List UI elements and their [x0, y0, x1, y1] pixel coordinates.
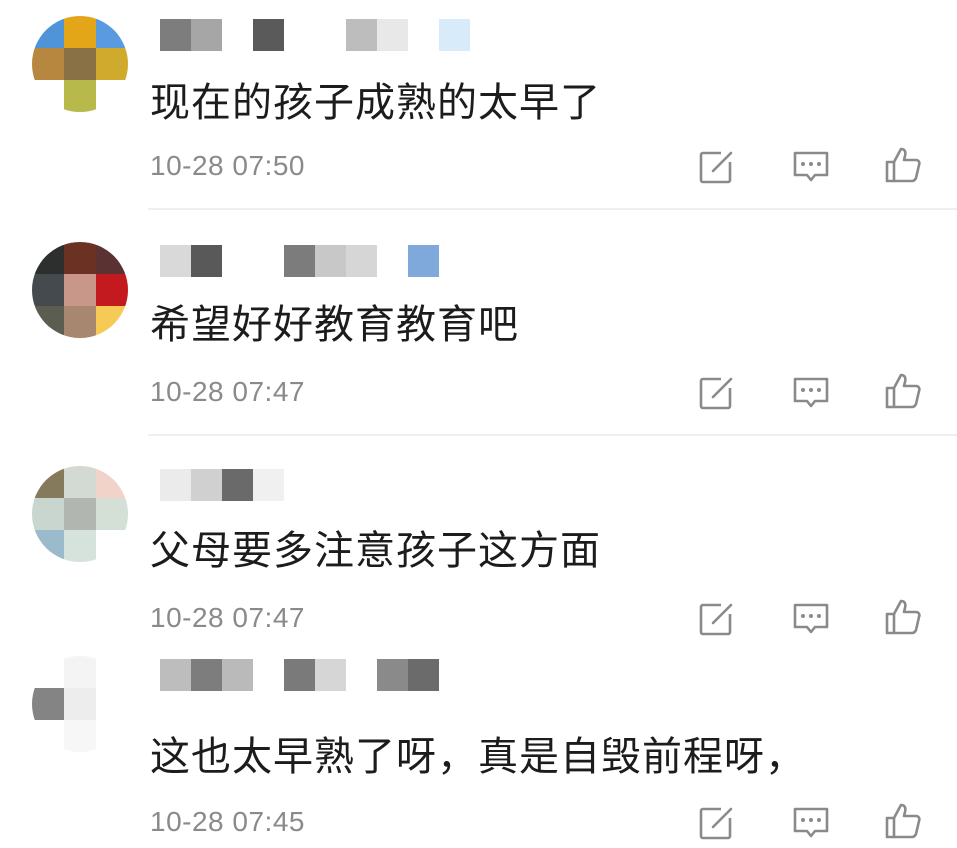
avatar-mosaic-cell	[32, 720, 64, 752]
username-mosaic-cell	[315, 659, 346, 691]
comment-time: 10-28 07:45	[150, 806, 305, 837]
username-mosaic-cell	[160, 469, 191, 501]
avatar-mosaic-cell	[96, 16, 128, 48]
username-mosaic-cell	[160, 19, 191, 51]
avatar[interactable]	[32, 656, 128, 752]
divider	[148, 434, 957, 436]
edit-icon[interactable]	[695, 802, 737, 844]
avatar-mosaic-cell	[32, 656, 64, 688]
reply-comment-icon[interactable]	[790, 146, 832, 188]
avatar-mosaic-cell	[32, 530, 64, 562]
reply-comment-icon[interactable]	[790, 372, 832, 414]
comment-text: 这也太早熟了呀，真是自毁前程呀，	[150, 734, 806, 780]
avatar-mosaic-cell	[32, 242, 64, 274]
avatar[interactable]	[32, 466, 128, 562]
comment-text: 现在的孩子成熟的太早了	[150, 80, 601, 126]
avatar-mosaic-cell	[96, 530, 128, 562]
username-mosaic-cell	[284, 659, 315, 691]
username-mosaic-cell	[253, 245, 284, 277]
avatar-mosaic-cell	[64, 242, 96, 274]
avatar-mosaic-cell	[64, 720, 96, 752]
avatar-mosaic-cell	[96, 80, 128, 112]
username-mosaic-cell	[191, 659, 222, 691]
username-mosaic-cell	[408, 245, 439, 277]
username-mosaic-cell	[346, 659, 377, 691]
username-blurred[interactable]	[160, 468, 315, 502]
username-mosaic-cell	[346, 245, 377, 277]
username-mosaic-cell	[315, 245, 346, 277]
edit-icon[interactable]	[695, 146, 737, 188]
avatar-mosaic-cell	[32, 498, 64, 530]
username-mosaic-cell	[222, 659, 253, 691]
thumbs-up-icon[interactable]	[882, 596, 924, 638]
avatar-mosaic-cell	[64, 498, 96, 530]
username-mosaic-cell	[160, 659, 191, 691]
avatar-mosaic-cell	[64, 530, 96, 562]
username-mosaic-cell	[284, 245, 315, 277]
username-mosaic-cell	[222, 469, 253, 501]
avatar-mosaic-cell	[64, 656, 96, 688]
avatar-mosaic-cell	[64, 274, 96, 306]
avatar-mosaic-cell	[32, 688, 64, 720]
avatar[interactable]	[32, 16, 128, 112]
username-mosaic-cell	[377, 245, 408, 277]
username-mosaic-cell	[346, 19, 377, 51]
username-blurred[interactable]	[160, 658, 439, 692]
username-mosaic-cell	[191, 469, 222, 501]
edit-icon[interactable]	[695, 372, 737, 414]
reply-comment-icon[interactable]	[790, 598, 832, 640]
avatar-mosaic-cell	[96, 48, 128, 80]
avatar-mosaic-cell	[96, 720, 128, 752]
username-mosaic-cell	[377, 659, 408, 691]
username-mosaic-cell	[315, 19, 346, 51]
username-mosaic-cell	[284, 19, 315, 51]
reply-comment-icon[interactable]	[790, 802, 832, 844]
avatar-mosaic-cell	[64, 466, 96, 498]
username-mosaic-cell	[439, 19, 470, 51]
avatar-mosaic-cell	[96, 306, 128, 338]
avatar-mosaic-cell	[32, 48, 64, 80]
username-blurred[interactable]	[160, 244, 439, 278]
username-mosaic-cell	[408, 659, 439, 691]
username-blurred[interactable]	[160, 18, 470, 52]
avatar-mosaic-cell	[32, 80, 64, 112]
comment-time: 10-28 07:47	[150, 376, 305, 407]
thumbs-up-icon[interactable]	[882, 144, 924, 186]
username-mosaic-cell	[253, 659, 284, 691]
thumbs-up-icon[interactable]	[882, 800, 924, 842]
avatar-mosaic-cell	[64, 80, 96, 112]
edit-icon[interactable]	[695, 598, 737, 640]
username-mosaic-cell	[377, 19, 408, 51]
username-mosaic-cell	[408, 19, 439, 51]
avatar-mosaic-cell	[96, 688, 128, 720]
avatar-mosaic-cell	[32, 16, 64, 48]
avatar-mosaic-cell	[32, 466, 64, 498]
avatar[interactable]	[32, 242, 128, 338]
comment-text: 希望好好教育教育吧	[150, 302, 519, 348]
avatar-mosaic-cell	[32, 306, 64, 338]
username-mosaic-cell	[222, 245, 253, 277]
username-mosaic-cell	[222, 19, 253, 51]
username-mosaic-cell	[191, 19, 222, 51]
avatar-mosaic-cell	[32, 274, 64, 306]
username-mosaic-cell	[253, 469, 284, 501]
comment-time: 10-28 07:47	[150, 602, 305, 633]
comment-time: 10-28 07:50	[150, 150, 305, 181]
avatar-mosaic-cell	[96, 242, 128, 274]
avatar-mosaic-cell	[64, 48, 96, 80]
avatar-mosaic-cell	[96, 498, 128, 530]
avatar-mosaic-cell	[64, 688, 96, 720]
comment-text: 父母要多注意孩子这方面	[150, 528, 601, 574]
avatar-mosaic-cell	[96, 656, 128, 688]
divider	[148, 208, 957, 210]
avatar-mosaic-cell	[64, 306, 96, 338]
avatar-mosaic-cell	[96, 466, 128, 498]
avatar-mosaic-cell	[64, 16, 96, 48]
thumbs-up-icon[interactable]	[882, 370, 924, 412]
username-mosaic-cell	[160, 245, 191, 277]
username-mosaic-cell	[284, 469, 315, 501]
username-mosaic-cell	[191, 245, 222, 277]
username-mosaic-cell	[253, 19, 284, 51]
avatar-mosaic-cell	[96, 274, 128, 306]
